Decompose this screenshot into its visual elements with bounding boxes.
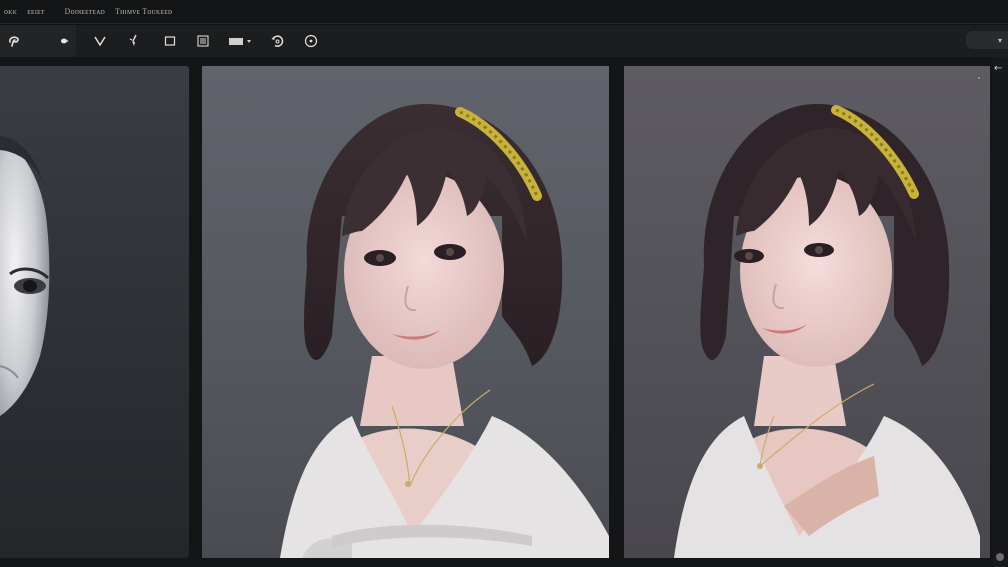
rotate-icon [271,35,284,47]
toolbar: ▾ [0,25,1008,57]
view-select[interactable]: ▾ [966,31,1008,49]
menu-bar: ᴏᴋᴋ ᴇᴇɪᴇᴛ Dᴏɪɴᴇᴇᴛᴇᴀᴅ Tʜɪᴍᴠᴇ Tᴏᴜᴋᴇᴇᴅ [0,0,1008,24]
info-tool[interactable] [300,30,322,52]
select-tool[interactable] [89,30,111,52]
preview-middle-panel[interactable] [202,66,609,558]
grid-icon [197,35,209,47]
chevron-down-icon: ▾ [997,35,1002,45]
right-side-strip: ← [993,57,1008,567]
portrait-image-middle [280,103,609,558]
brush-icon [129,34,137,46]
lasso-icon [9,36,19,47]
menu-item-4[interactable]: Tʜɪᴍᴠᴇ Tᴏᴜᴋᴇᴇᴅ [115,7,172,16]
fill-tool[interactable] [225,30,257,52]
rectangle-icon [229,38,251,45]
preview-left-panel[interactable] [0,66,189,558]
scroll-knob[interactable] [996,553,1004,561]
dot-icon [61,38,69,44]
arrow-left-icon[interactable]: ← [994,63,1002,74]
grayscale-face-image [0,136,50,416]
dot-tool[interactable] [53,30,75,52]
brush-tool[interactable] [123,30,145,52]
lasso-tool[interactable] [4,30,26,52]
workspace: ← [0,57,1008,567]
menu-item-3[interactable]: Dᴏɪɴᴇᴇᴛᴇᴀᴅ [65,7,105,16]
checkmark-icon [94,36,106,47]
rotate-tool[interactable] [266,30,288,52]
square-icon [164,36,176,46]
portrait-image-right [674,77,980,558]
preview-right-panel[interactable] [624,66,990,558]
crop-tool[interactable] [159,30,181,52]
layers-tool[interactable] [192,30,214,52]
menu-item-1[interactable]: ᴏᴋᴋ [4,7,17,16]
circle-icon [304,34,318,48]
menu-item-2[interactable]: ᴇᴇɪᴇᴛ [27,7,44,16]
